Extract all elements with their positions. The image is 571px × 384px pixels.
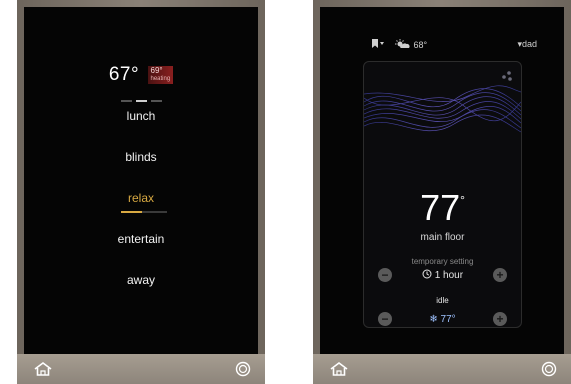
menu-item-label: relax [127,191,154,205]
user-selector[interactable]: ▾dad [517,39,537,50]
temperature-display: 67° 69° heating [24,64,258,86]
status-bar: 68° ▾dad [320,39,564,53]
left-device: 67° 69° heating lunch blinds relax enter… [17,0,265,384]
increase-setpoint-button[interactable]: + [493,312,507,326]
room-temperature: 77° [364,187,521,229]
clock-icon [422,269,432,279]
snowflake-icon: ❄ [429,314,438,325]
power-icon[interactable] [235,361,251,377]
right-device: 68° ▾dad 77° main floor − temporary sett… [313,0,571,384]
left-bottom-bar [17,354,265,384]
right-screen: 68° ▾dad 77° main floor − temporary sett… [320,7,564,354]
temporary-duration-value: 1 hour [434,270,464,281]
menu-item-relax[interactable]: relax [24,185,258,226]
page-dot-active [135,100,147,102]
thermostat-card: 77° main floor − temporary setting 1 hou… [363,61,522,328]
heating-badge: 69° heating [147,66,174,84]
setpoint-value: 77° [440,314,456,325]
heating-setpoint: 69° [150,66,163,75]
temporary-setting-label: temporary setting [411,257,474,266]
bookmark-menu[interactable] [371,39,385,51]
user-name: dad [521,39,537,49]
power-icon[interactable] [541,361,557,377]
weather-status: 68° [395,39,427,50]
scene-menu: lunch blinds relax entertain away [24,103,258,308]
room-name: main floor [420,232,465,243]
bookmark-icon [372,39,384,48]
hvac-mode: idle [436,296,449,305]
active-progress-bar [121,211,167,213]
page-dot [150,100,162,102]
menu-item-label: away [126,273,155,287]
dots-icon[interactable] [501,70,513,82]
partly-cloudy-icon [395,39,410,48]
menu-item-label: entertain [117,232,165,246]
menu-item-blinds[interactable]: blinds [24,144,258,185]
heating-label: heating [150,76,171,82]
right-bottom-bar [313,354,571,384]
page-indicator [24,89,258,102]
page-dot [120,100,132,102]
menu-item-label: lunch [126,109,156,123]
menu-item-lunch[interactable]: lunch [24,103,258,144]
active-progress-fill [121,211,142,213]
wave-graphic [364,85,521,180]
menu-item-label: blinds [125,150,157,164]
menu-item-entertain[interactable]: entertain [24,226,258,267]
degree-symbol: ° [460,193,465,207]
increase-duration-button[interactable]: + [493,268,507,282]
home-icon[interactable] [329,361,349,377]
current-temperature: 67° [108,64,140,85]
home-icon[interactable] [33,361,53,377]
room-temperature-value: 77 [420,187,461,228]
menu-item-away[interactable]: away [24,267,258,308]
outdoor-temperature: 68° [413,40,428,50]
left-screen: 67° 69° heating lunch blinds relax enter… [24,7,258,354]
